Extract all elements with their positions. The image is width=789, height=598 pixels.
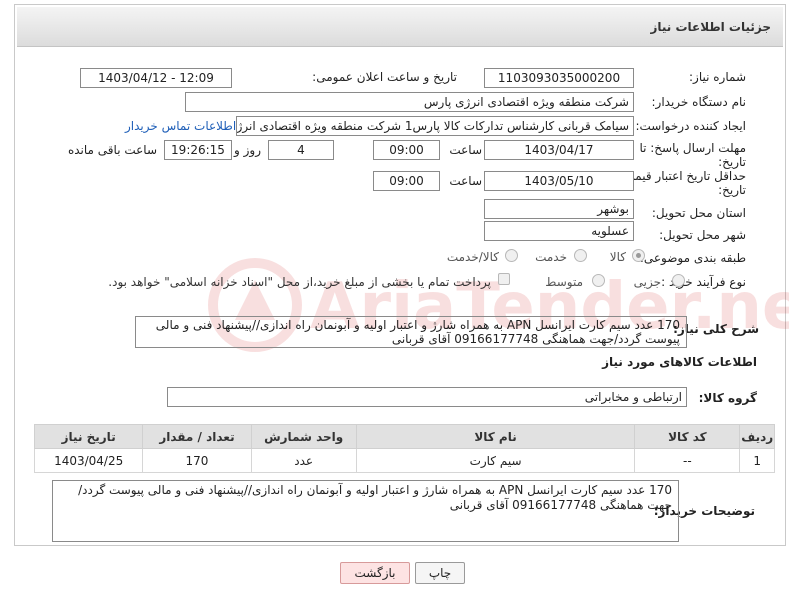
days-label: روز و bbox=[234, 143, 261, 157]
city-field: عسلویه bbox=[484, 221, 634, 241]
col-header-name: نام کالا bbox=[355, 424, 636, 449]
goods-table: ردیف کد کالا نام کالا واحد شمارش تعداد /… bbox=[33, 424, 775, 473]
reply-time-field: 09:00 bbox=[373, 140, 440, 160]
reply-deadline-label: مهلت ارسال پاسخ: تا bbox=[639, 141, 746, 155]
process-radio-minor[interactable] bbox=[672, 274, 685, 287]
cell-date: 1403/04/25 bbox=[33, 448, 144, 473]
province-field: بوشهر bbox=[484, 199, 634, 219]
back-button[interactable]: بازگشت bbox=[340, 562, 410, 584]
payment-note: پرداخت تمام یا بخشی از مبلغ خرید،از محل … bbox=[108, 275, 491, 289]
panel-title: جزئیات اطلاعات نیاز bbox=[17, 7, 783, 47]
category-option-goods-service: کالا/خدمت bbox=[446, 250, 499, 264]
price-validity-label-2: تاریخ: bbox=[718, 183, 746, 197]
need-number-field: 1103093035000200 bbox=[484, 68, 634, 88]
category-option-service: خدمت bbox=[535, 250, 567, 264]
buyer-org-label: نام دستگاه خریدار: bbox=[651, 95, 747, 109]
cell-code: -- bbox=[634, 448, 741, 473]
col-header-unit: واحد شمارش bbox=[250, 424, 357, 449]
cell-unit: عدد bbox=[250, 448, 357, 473]
process-radio-medium[interactable] bbox=[592, 274, 605, 287]
cell-qty: 170 bbox=[142, 448, 252, 473]
announce-field: 1403/04/12 - 12:09 bbox=[80, 68, 232, 88]
col-header-row: ردیف bbox=[739, 424, 775, 449]
reply-time-label: ساعت bbox=[449, 143, 482, 157]
city-label: شهر محل تحویل: bbox=[659, 228, 746, 242]
col-header-date: تاریخ نیاز bbox=[33, 424, 144, 449]
goods-group-field: ارتباطی و مخابراتی bbox=[167, 387, 687, 407]
price-time-field: 09:00 bbox=[373, 171, 440, 191]
goods-info-title: اطلاعات کالاهای مورد نیاز bbox=[602, 355, 757, 369]
remaining-time-label: ساعت باقی مانده bbox=[67, 143, 157, 157]
cell-name: سیم کارت bbox=[355, 448, 636, 473]
price-date-field: 1403/05/10 bbox=[484, 171, 634, 191]
creator-field: سیامک قربانی کارشناس تدارکات کالا پارس1 … bbox=[236, 116, 634, 136]
buyer-notes-field: 170 عدد سیم کارت ایرانسل APN به همراه شا… bbox=[52, 480, 679, 542]
goods-group-label: گروه کالا: bbox=[698, 391, 757, 405]
days-remaining-field: 4 bbox=[268, 140, 334, 160]
print-button[interactable]: چاپ bbox=[415, 562, 465, 584]
price-time-label: ساعت bbox=[449, 174, 482, 188]
creator-label: ایجاد کننده درخواست: bbox=[635, 119, 746, 133]
reply-deadline-label-2: تاریخ: bbox=[718, 155, 746, 169]
need-number-label: شماره نیاز: bbox=[689, 70, 746, 84]
buyer-contact-link[interactable]: اطلاعات تماس خریدار bbox=[125, 119, 236, 133]
process-option-medium: متوسط bbox=[545, 275, 583, 289]
col-header-qty: تعداد / مقدار bbox=[142, 424, 252, 449]
table-row: 1 -- سیم کارت عدد 170 1403/04/25 bbox=[33, 448, 775, 473]
category-radio-goods-service[interactable] bbox=[505, 249, 518, 262]
category-radio-goods[interactable] bbox=[632, 249, 645, 262]
province-label: استان محل تحویل: bbox=[651, 206, 746, 220]
reply-date-field: 1403/04/17 bbox=[484, 140, 634, 160]
treasury-checkbox[interactable] bbox=[498, 273, 510, 285]
category-radio-service[interactable] bbox=[574, 249, 587, 262]
col-header-code: کد کالا bbox=[634, 424, 741, 449]
buyer-org-field: شرکت منطقه ویژه اقتصادی انرژی پارس bbox=[185, 92, 634, 112]
remaining-time-field: 19:26:15 bbox=[164, 140, 232, 160]
process-option-minor: جزیی bbox=[633, 275, 661, 289]
description-field: 170 عدد سیم کارت ایرانسل APN به همراه شا… bbox=[135, 316, 687, 348]
announce-label: تاریخ و ساعت اعلان عمومی: bbox=[312, 70, 457, 84]
goods-table-header: ردیف کد کالا نام کالا واحد شمارش تعداد /… bbox=[33, 424, 775, 449]
cell-row: 1 bbox=[739, 448, 775, 473]
category-option-goods: کالا bbox=[609, 250, 626, 264]
category-label: طبقه بندی موضوعی: bbox=[639, 251, 746, 265]
